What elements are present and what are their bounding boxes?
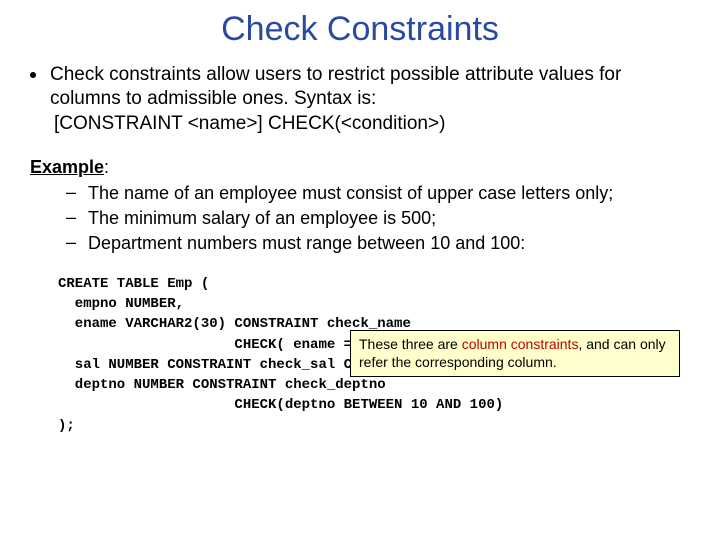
example-list: – The name of an employee must consist o… <box>66 182 690 256</box>
callout-note: These three are column constraints, and … <box>350 330 680 377</box>
dash-icon: – <box>66 232 76 253</box>
syntax-line: [CONSTRAINT <name>] CHECK(<condition>) <box>54 113 690 135</box>
callout-highlight: column constraints <box>462 336 579 352</box>
example-item-text: The minimum salary of an employee is 500… <box>88 207 436 230</box>
slide-title: Check Constraints <box>30 10 690 49</box>
main-bullet: Check constraints allow users to restric… <box>30 63 690 111</box>
list-item: – The name of an employee must consist o… <box>66 182 690 205</box>
example-item-text: The name of an employee must consist of … <box>88 182 613 205</box>
dash-icon: – <box>66 182 76 203</box>
callout-pre: These three are <box>359 336 462 352</box>
list-item: – Department numbers must range between … <box>66 232 690 255</box>
example-item-text: Department numbers must range between 10… <box>88 232 525 255</box>
main-bullet-text: Check constraints allow users to restric… <box>50 63 690 111</box>
example-label: Example <box>30 157 104 177</box>
bullet-icon <box>30 72 36 78</box>
list-item: – The minimum salary of an employee is 5… <box>66 207 690 230</box>
example-colon: : <box>104 157 109 177</box>
dash-icon: – <box>66 207 76 228</box>
example-heading: Example: <box>30 157 690 178</box>
